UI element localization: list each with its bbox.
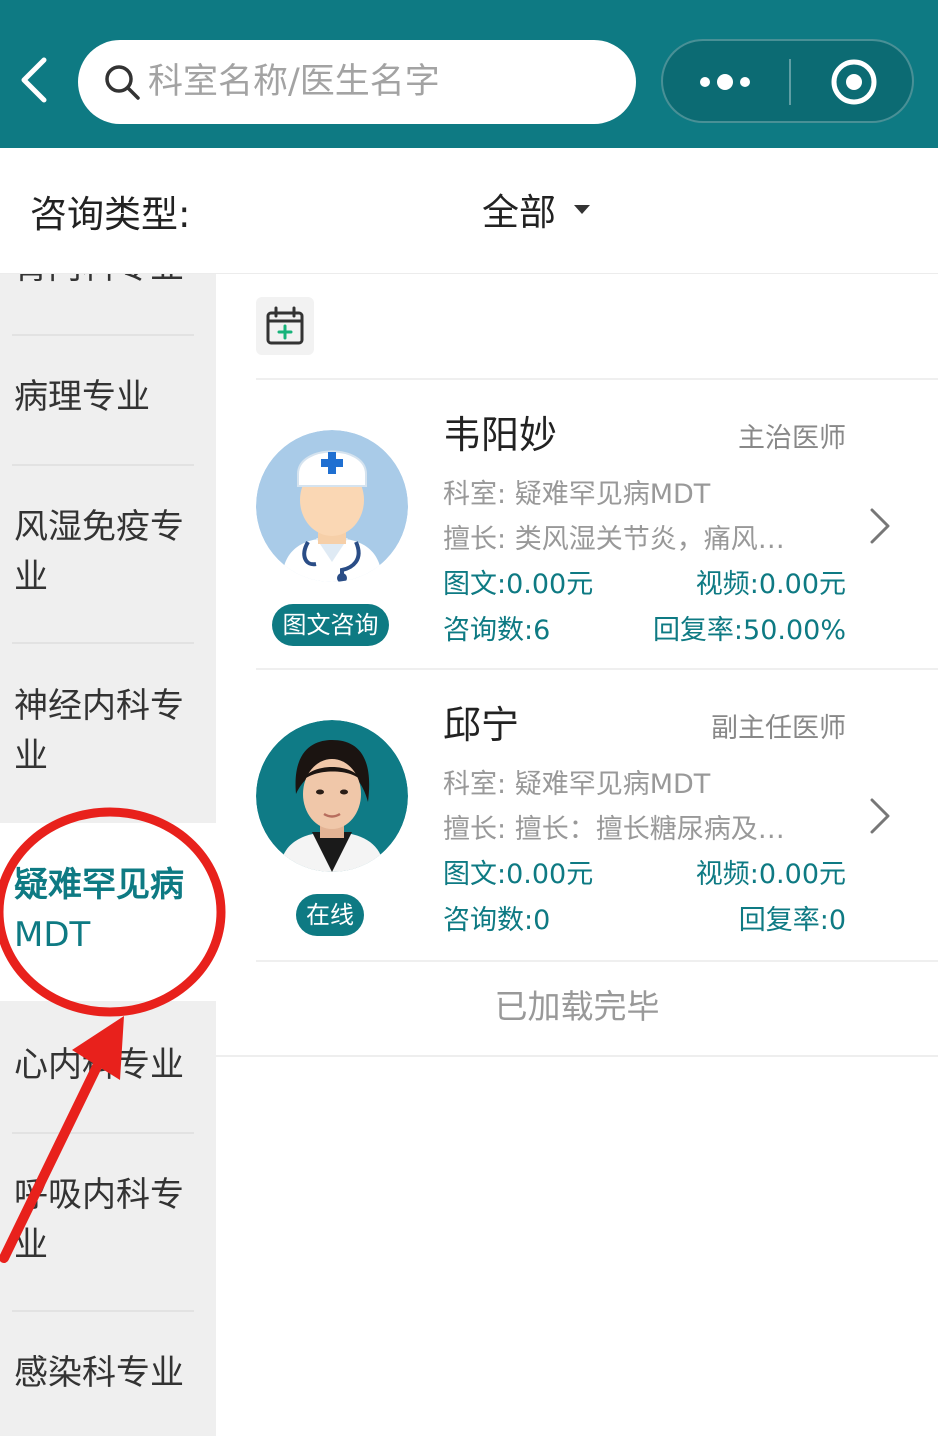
mini-program-capsule xyxy=(661,39,914,123)
filter-label: 咨询类型: xyxy=(30,193,191,236)
sidebar-item-nephrology[interactable]: 肾内科专业 xyxy=(0,274,216,292)
list-divider xyxy=(256,960,938,962)
specialty-value: 类风湿关节炎，痛风… xyxy=(514,524,785,555)
sidebar-item-label-line2: 业 xyxy=(14,1225,48,1265)
sidebar-item-label: 心内科专业 xyxy=(14,1045,184,1085)
caret-down-icon xyxy=(574,204,590,214)
consult-type-filter-bar: 咨询类型: 全部 xyxy=(0,148,938,274)
load-complete-text: 已加载完毕 xyxy=(494,987,660,1026)
consult-type-badge: 图文咨询 xyxy=(272,604,389,646)
calendar-add-icon xyxy=(266,306,304,345)
sidebar-item-cardiology[interactable]: 心内科专业 xyxy=(0,1040,216,1090)
doctor-department: 科室: 疑难罕见病MDT xyxy=(443,762,843,801)
sidebar-item-label-line2: 业 xyxy=(14,736,48,776)
consult-count: 咨询数:0 xyxy=(443,905,551,936)
sidebar-divider xyxy=(12,334,194,336)
doctor-name: 韦阳妙 xyxy=(443,413,558,457)
chevron-right-icon xyxy=(868,506,892,546)
video-consult-price: 视频:0.00元 xyxy=(695,569,846,600)
sidebar-item-label-line2: MDT xyxy=(14,915,91,955)
consult-type-dropdown[interactable]: 全部 xyxy=(482,182,590,236)
sidebar-item-label-line2: 业 xyxy=(14,557,48,597)
doctor-cartoon-icon xyxy=(256,430,408,582)
sidebar-item-label: 疑难罕见病 xyxy=(14,865,184,905)
dropdown-value: 全部 xyxy=(482,191,556,234)
online-status-badge: 在线 xyxy=(296,894,364,936)
back-icon[interactable] xyxy=(14,52,58,108)
department-label: 科室: xyxy=(443,479,507,510)
content-divider xyxy=(216,1055,938,1057)
sidebar-item-label: 风湿免疫专 xyxy=(14,507,184,547)
sidebar-divider xyxy=(12,1132,194,1134)
sidebar-divider xyxy=(12,642,194,644)
department-label: 科室: xyxy=(443,769,507,800)
department-value: 疑难罕见病MDT xyxy=(514,479,711,510)
specialty-label: 擅长: xyxy=(443,524,507,555)
close-target-icon[interactable] xyxy=(791,41,914,121)
search-box[interactable] xyxy=(78,40,636,124)
department-value: 疑难罕见病MDT xyxy=(514,769,711,800)
sidebar-item-rheumatology[interactable]: 风湿免疫专 业 xyxy=(0,502,216,602)
text-consult-price: 图文:0.00元 xyxy=(443,569,594,600)
consult-count: 咨询数:6 xyxy=(443,615,551,646)
top-navigation-bar xyxy=(0,0,938,148)
sidebar-item-respiratory[interactable]: 呼吸内科专 业 xyxy=(0,1170,216,1270)
sidebar-item-neurology[interactable]: 神经内科专 业 xyxy=(0,681,216,781)
doctor-department: 科室: 疑难罕见病MDT xyxy=(443,472,843,511)
schedule-calendar-button[interactable] xyxy=(256,297,314,355)
specialty-label: 擅长: xyxy=(443,814,507,845)
doctor-specialty: 擅长: 类风湿关节炎，痛风… xyxy=(443,517,843,556)
doctor-specialty: 擅长: 擅长：擅长糖尿病及… xyxy=(443,807,843,846)
sidebar-item-label: 感染科专业 xyxy=(14,1353,184,1393)
department-sidebar[interactable]: 肾内科专业 病理专业 风湿免疫专 业 神经内科专 业 疑难罕见病 MDT 心内科… xyxy=(0,274,216,1436)
sidebar-item-label: 呼吸内科专 xyxy=(14,1175,184,1215)
video-consult-price: 视频:0.00元 xyxy=(695,859,846,890)
sidebar-item-label: 肾内科专业 xyxy=(14,274,184,287)
doctor-title: 主治医师 xyxy=(738,423,846,454)
search-icon xyxy=(102,62,142,102)
sidebar-item-label: 病理专业 xyxy=(14,377,150,417)
chevron-right-icon xyxy=(868,796,892,836)
sidebar-item-infectious-disease[interactable]: 感染科专业 xyxy=(0,1348,216,1398)
specialty-value: 擅长：擅长糖尿病及… xyxy=(514,814,785,845)
search-input[interactable] xyxy=(148,56,618,108)
doctor-card[interactable]: 在线 邱宁 副主任医师 科室: 疑难罕见病MDT 擅长: 擅长：擅长糖尿病及… … xyxy=(256,670,938,960)
reply-rate: 回复率:50.00% xyxy=(652,615,846,646)
doctor-title: 副主任医师 xyxy=(711,713,846,744)
sidebar-divider xyxy=(12,1310,194,1312)
more-icon[interactable] xyxy=(663,41,789,121)
sidebar-divider xyxy=(12,464,194,466)
text-consult-price: 图文:0.00元 xyxy=(443,859,594,890)
reply-rate: 回复率:0 xyxy=(738,905,846,936)
sidebar-item-label: 神经内科专 xyxy=(14,686,184,726)
doctor-name: 邱宁 xyxy=(443,703,520,747)
sidebar-item-pathology[interactable]: 病理专业 xyxy=(0,372,216,422)
sidebar-item-rare-disease-mdt[interactable]: 疑难罕见病 MDT xyxy=(0,823,216,1001)
doctor-photo xyxy=(256,720,408,872)
doctor-card[interactable]: 图文咨询 韦阳妙 主治医师 科室: 疑难罕见病MDT 擅长: 类风湿关节炎，痛风… xyxy=(256,380,938,670)
